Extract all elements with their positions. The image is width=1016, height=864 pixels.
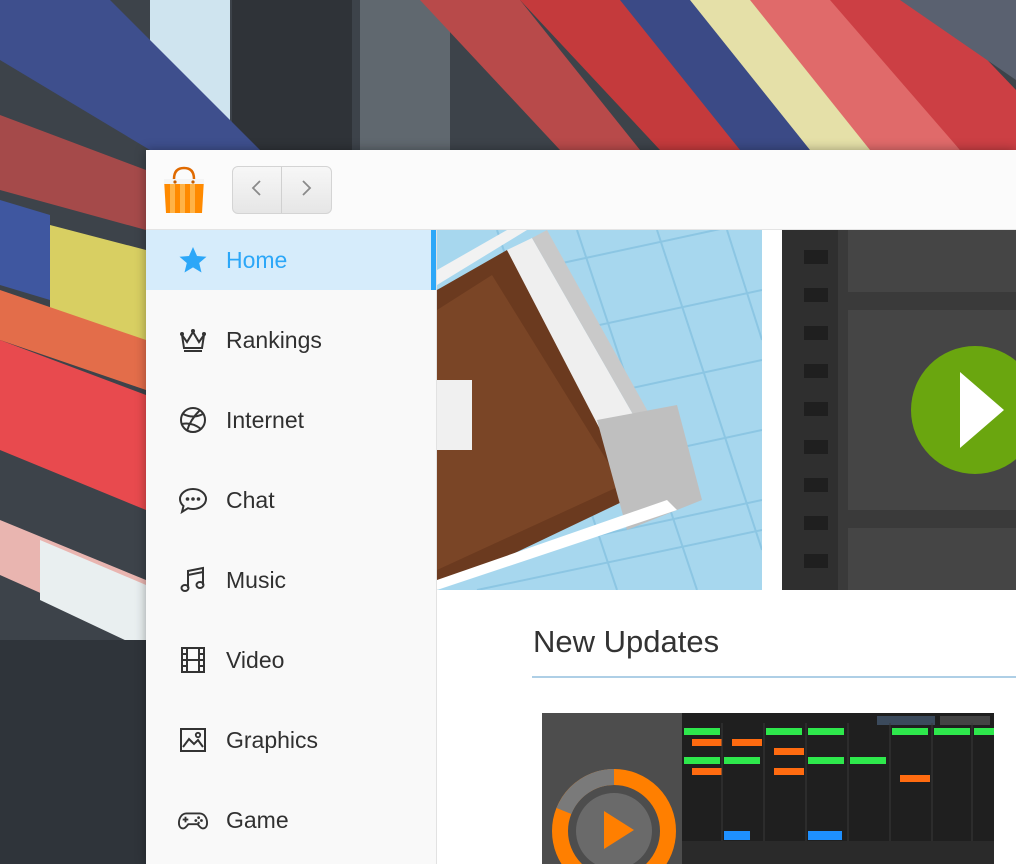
sidebar-item-label: Graphics [226, 727, 319, 753]
sidebar-item-label: Home [226, 247, 288, 273]
sidebar-item-internet[interactable]: Internet [146, 390, 436, 450]
chat-bubble-icon [178, 485, 208, 515]
app-store-window: Home Rankings Internet Chat Music Video … [146, 150, 1016, 864]
chevron-left-icon [250, 179, 264, 201]
film-icon [178, 645, 208, 675]
globe-icon [178, 405, 208, 435]
section-divider [532, 676, 1016, 678]
gamepad-icon [178, 805, 208, 835]
sidebar-item-home[interactable]: Home [146, 230, 436, 290]
featured-video-banner[interactable] [782, 230, 1016, 590]
back-button[interactable] [233, 167, 282, 213]
image-icon [178, 725, 208, 755]
sidebar-item-game[interactable]: Game [146, 790, 436, 850]
sidebar-item-music[interactable]: Music [146, 550, 436, 610]
music-note-icon [178, 565, 208, 595]
shopping-bag-icon [162, 165, 206, 215]
sidebar-item-label: Video [226, 647, 285, 673]
category-sidebar: Home Rankings Internet Chat Music Video … [146, 230, 437, 864]
section-title: New Updates [533, 624, 720, 659]
featured-banner[interactable] [437, 230, 762, 590]
crown-icon [178, 325, 208, 355]
chevron-right-icon [299, 179, 313, 201]
sidebar-item-label: Music [226, 567, 287, 593]
sidebar-item-video[interactable]: Video [146, 630, 436, 690]
sidebar-item-label: Chat [226, 487, 275, 513]
sidebar-item-rankings[interactable]: Rankings [146, 310, 436, 370]
main-content: New Updates [437, 230, 1016, 864]
title-bar [146, 150, 1016, 230]
forward-button[interactable] [282, 167, 330, 213]
sidebar-item-label: Internet [226, 407, 304, 433]
sidebar-item-chat[interactable]: Chat [146, 470, 436, 530]
sidebar-item-graphics[interactable]: Graphics [146, 710, 436, 770]
sidebar-item-label: Game [226, 807, 289, 833]
star-icon [178, 245, 208, 275]
navigation-buttons [232, 166, 332, 214]
update-app-card[interactable] [542, 713, 994, 864]
sidebar-item-label: Rankings [226, 327, 322, 353]
